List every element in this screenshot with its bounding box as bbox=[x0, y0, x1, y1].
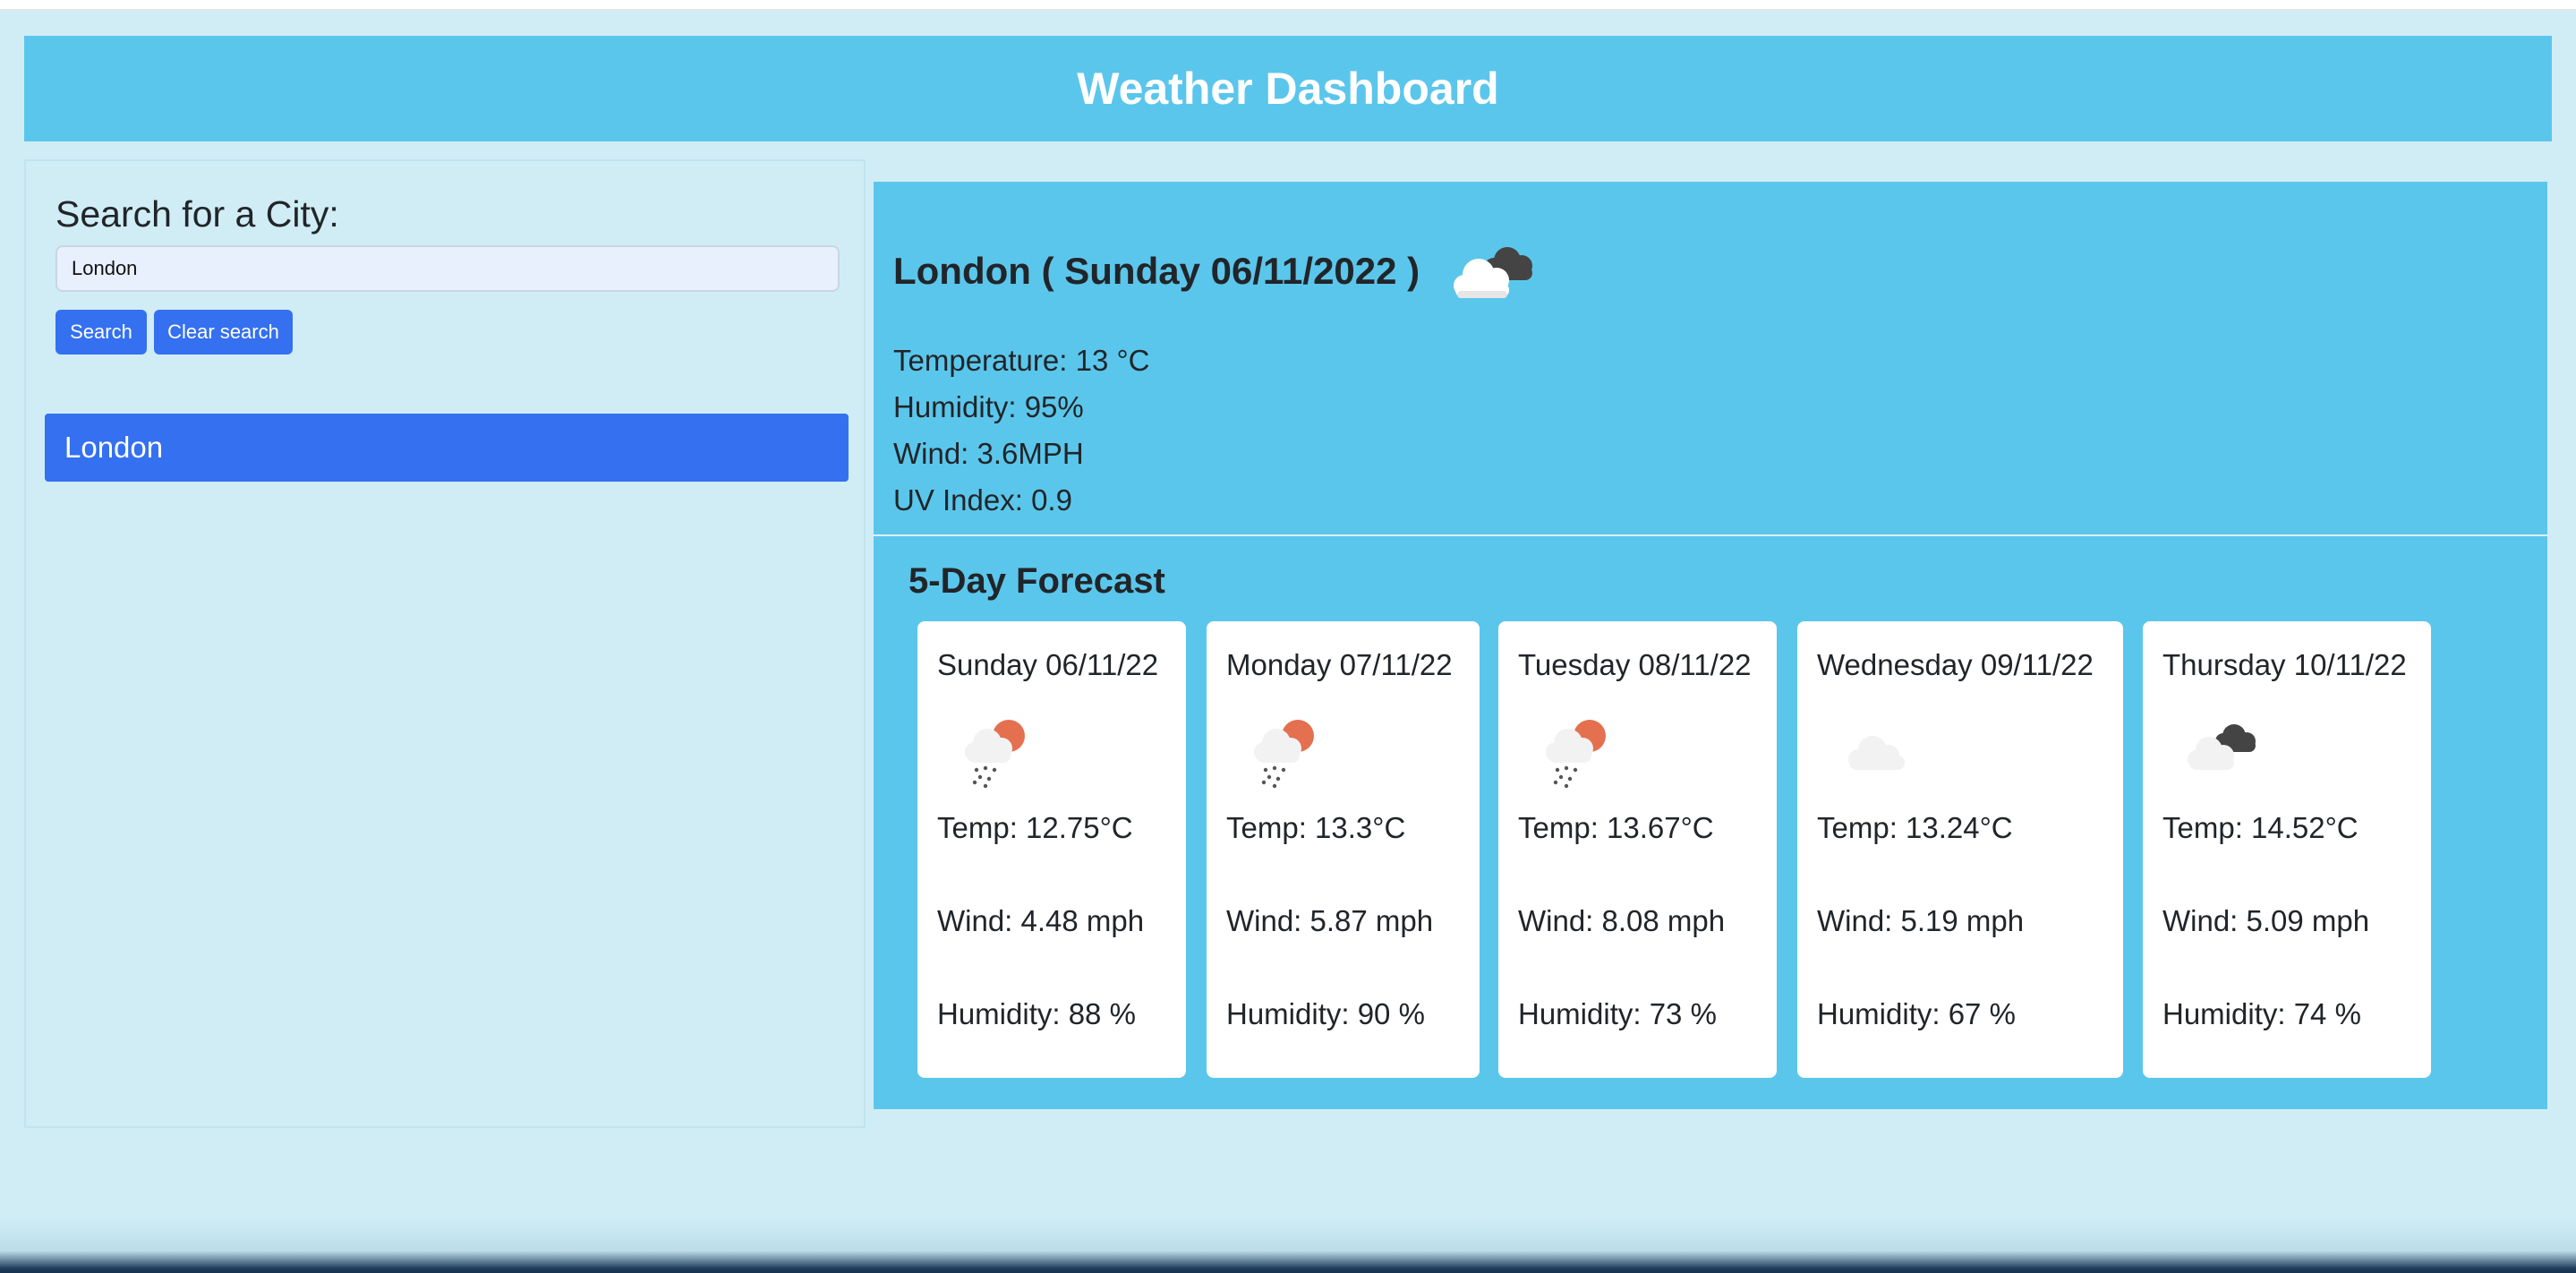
current-wind: Wind: 3.6MPH bbox=[893, 437, 1084, 470]
forecast-wind: Wind: 5.19 mph bbox=[1817, 904, 2025, 937]
current-uv-index: UV Index: 0.9 bbox=[893, 483, 1072, 517]
page: Weather Dashboard Search for a City: Sea… bbox=[0, 0, 2576, 1273]
browser-top-strip bbox=[0, 0, 2576, 11]
forecast-date: Wednesday 09/11/22 bbox=[1817, 648, 2094, 681]
forecast-humidity: Humidity: 88 % bbox=[937, 997, 1136, 1030]
forecast-humidity: Humidity: 67 % bbox=[1817, 997, 2016, 1030]
forecast-panel: 5-Day Forecast Sunday 06/11/22 Temp: 12.… bbox=[874, 536, 2547, 1109]
cloud-icon bbox=[1848, 736, 1905, 770]
current-weather-heading-row: London ( Sunday 06/11/2022 ) bbox=[893, 235, 1543, 307]
search-heading: Search for a City: bbox=[55, 193, 339, 235]
forecast-wind: Wind: 4.48 mph bbox=[937, 904, 1145, 937]
current-temperature: Temperature: 13 °C bbox=[893, 344, 1150, 377]
forecast-temp: Temp: 13.24°C bbox=[1817, 811, 2013, 844]
current-humidity: Humidity: 95% bbox=[893, 390, 1084, 423]
forecast-wind: Wind: 5.09 mph bbox=[2162, 904, 2370, 937]
forecast-date: Monday 07/11/22 bbox=[1226, 648, 1453, 681]
broken-clouds-icon bbox=[2188, 724, 2256, 770]
forecast-card: Tuesday 08/11/22 Temp: 13.67°C Wind: 8.0… bbox=[1498, 621, 1777, 1078]
forecast-card: Wednesday 09/11/22 Temp: 13.24°C Wind: 5… bbox=[1797, 621, 2123, 1078]
window-bottom-edge bbox=[0, 1217, 2576, 1273]
forecast-temp: Temp: 12.75°C bbox=[937, 811, 1133, 844]
forecast-card: Monday 07/11/22 Temp: 13.3°C Wind: 5.87 … bbox=[1207, 621, 1480, 1078]
forecast-temp: Temp: 13.67°C bbox=[1518, 811, 1714, 844]
forecast-wind: Wind: 5.87 mph bbox=[1226, 904, 1434, 937]
forecast-date: Tuesday 08/11/22 bbox=[1518, 648, 1752, 681]
search-button[interactable]: Search bbox=[55, 310, 147, 355]
current-weather-panel: London ( Sunday 06/11/2022 ) Temperature… bbox=[874, 182, 2547, 534]
forecast-date: Thursday 10/11/22 bbox=[2162, 648, 2407, 681]
forecast-card: Thursday 10/11/22 Temp: 14.52°C Wind: 5.… bbox=[2143, 621, 2431, 1078]
forecast-date: Sunday 06/11/22 bbox=[937, 648, 1159, 681]
forecast-humidity: Humidity: 90 % bbox=[1226, 997, 1425, 1030]
forecast-humidity: Humidity: 73 % bbox=[1518, 997, 1717, 1030]
forecast-temp: Temp: 13.3°C bbox=[1226, 811, 1406, 844]
history-item-london[interactable]: London bbox=[45, 414, 849, 482]
current-weather-stats: Temperature: 13 °C Humidity: 95% Wind: 3… bbox=[893, 337, 1150, 524]
forecast-temp: Temp: 14.52°C bbox=[2162, 811, 2358, 844]
rain-sun-icon bbox=[1546, 720, 1606, 789]
broken-clouds-icon bbox=[1454, 247, 1533, 298]
forecast-wind: Wind: 8.08 mph bbox=[1518, 904, 1726, 937]
current-city-title: London ( Sunday 06/11/2022 ) bbox=[893, 250, 1420, 292]
city-search-input[interactable] bbox=[55, 245, 840, 292]
forecast-title: 5-Day Forecast bbox=[908, 561, 1165, 601]
page-title: Weather Dashboard bbox=[1077, 64, 1499, 114]
rain-sun-icon bbox=[1254, 720, 1314, 789]
clear-search-button[interactable]: Clear search bbox=[154, 310, 293, 355]
app-header: Weather Dashboard bbox=[24, 36, 2552, 141]
forecast-humidity: Humidity: 74 % bbox=[2162, 997, 2361, 1030]
search-sidebar: Search for a City: Search Clear search L… bbox=[24, 159, 866, 1128]
rain-sun-icon bbox=[965, 720, 1025, 789]
forecast-card: Sunday 06/11/22 Temp: 12.75°C Wind: 4.48… bbox=[917, 621, 1186, 1078]
